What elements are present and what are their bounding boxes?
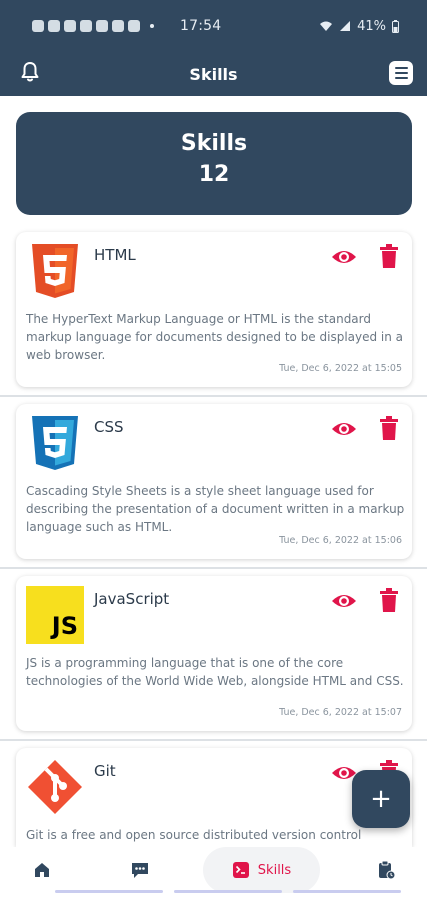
skill-name: CSS xyxy=(94,418,124,436)
terminal-icon xyxy=(232,862,249,878)
skill-card[interactable]: HTML The HyperText Markup Language or HT… xyxy=(16,232,412,387)
menu-icon xyxy=(394,67,408,69)
delete-icon[interactable] xyxy=(378,416,400,440)
youtube-icon xyxy=(112,20,124,32)
skill-card[interactable]: CSS Cascading Style Sheets is a style sh… xyxy=(16,404,412,559)
divider xyxy=(0,395,427,397)
skill-date: Tue, Dec 6, 2022 at 15:05 xyxy=(279,363,402,374)
nav-home[interactable] xyxy=(28,847,56,893)
nav-chat[interactable] xyxy=(126,847,154,893)
page-title: Skills xyxy=(189,64,238,84)
delete-icon[interactable] xyxy=(378,244,400,268)
nav-indicator xyxy=(293,890,401,893)
menu-icon-line xyxy=(394,77,408,79)
skill-description: The HyperText Markup Language or HTML is… xyxy=(26,312,404,362)
add-skill-button[interactable]: + xyxy=(352,770,410,828)
skill-description: Cascading Style Sheets is a style sheet … xyxy=(26,484,405,534)
javascript-logo-text: JS xyxy=(51,612,78,640)
app-bar: Skills xyxy=(0,52,427,96)
skill-name: JavaScript xyxy=(94,590,170,608)
status-right: 41% xyxy=(319,19,399,34)
skill-name: Git xyxy=(94,762,116,780)
view-icon[interactable] xyxy=(331,416,357,442)
summary-title: Skills xyxy=(180,131,248,156)
battery-icon xyxy=(392,19,399,33)
skill-name: HTML xyxy=(94,246,136,264)
youtube-icon xyxy=(96,20,108,32)
nav-indicator xyxy=(174,890,282,893)
signal-icon xyxy=(340,21,351,31)
view-icon[interactable] xyxy=(331,244,357,270)
snapchat-icon xyxy=(48,20,60,32)
view-icon[interactable] xyxy=(331,588,357,614)
messenger-icon xyxy=(80,20,92,32)
menu-icon-line xyxy=(394,72,408,74)
whatsapp-icon xyxy=(32,20,44,32)
menu-button[interactable] xyxy=(389,61,413,85)
notification-icons xyxy=(32,20,154,32)
bell-icon[interactable] xyxy=(18,60,42,84)
skills-count: 12 xyxy=(198,162,230,187)
html5-logo-icon xyxy=(32,244,78,298)
nav-indicator xyxy=(55,890,163,893)
home-icon xyxy=(35,863,49,877)
bottom-navigation: Skills xyxy=(0,847,427,900)
skills-summary-card: Skills 12 xyxy=(16,112,412,215)
nav-notes[interactable] xyxy=(372,847,400,893)
skill-description: JS is a programming language that is one… xyxy=(26,656,404,688)
nav-skills[interactable]: Skills xyxy=(203,847,320,893)
skill-date: Tue, Dec 6, 2022 at 15:06 xyxy=(279,535,402,546)
telegram-icon xyxy=(64,20,76,32)
battery-level: 41% xyxy=(357,18,386,34)
top-bar: 17:54 41% Skills xyxy=(0,0,427,96)
divider xyxy=(0,739,427,741)
skill-date: Tue, Dec 6, 2022 at 15:07 xyxy=(279,707,402,718)
status-time: 17:54 xyxy=(180,18,222,34)
javascript-logo-icon: JS xyxy=(26,586,84,644)
status-bar: 17:54 41% xyxy=(0,0,427,52)
nav-skills-label: Skills xyxy=(257,862,292,878)
divider xyxy=(0,567,427,569)
more-notifications-icon xyxy=(150,24,154,28)
delete-icon[interactable] xyxy=(378,588,400,612)
youtube-icon xyxy=(128,20,140,32)
css3-logo-icon xyxy=(32,416,78,470)
chat-icon xyxy=(132,863,148,878)
clipboard-icon xyxy=(379,860,396,880)
git-logo-icon xyxy=(28,760,82,814)
skill-card[interactable]: JS JavaScript JS is a programming langua… xyxy=(16,576,412,731)
plus-icon: + xyxy=(370,784,392,814)
wifi-icon xyxy=(320,21,333,31)
skill-description: Git is a free and open source distribute… xyxy=(26,828,362,842)
